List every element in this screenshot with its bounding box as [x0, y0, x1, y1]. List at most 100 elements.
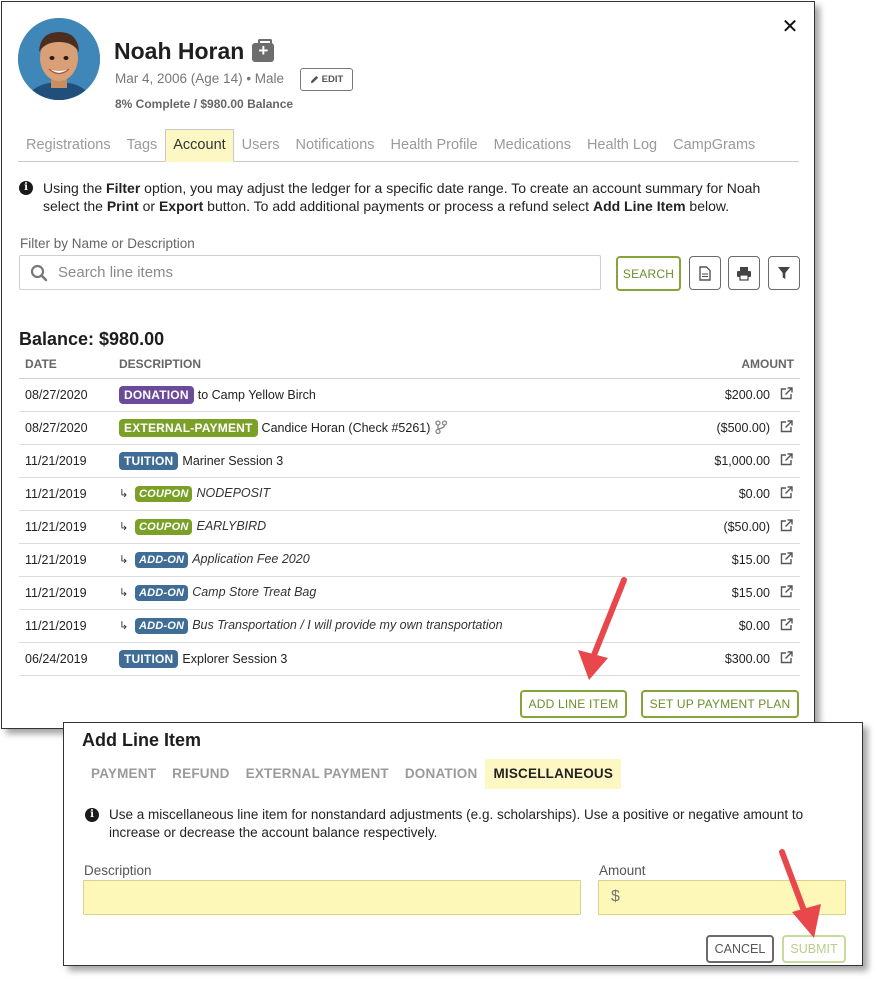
open-external-icon[interactable]	[776, 411, 800, 445]
row-amount: ($50.00)	[686, 510, 776, 544]
info-icon: i	[85, 808, 99, 822]
account-dialog: ✕ Noah Horan Mar 4, 2006 (Age 14) • Male…	[1, 1, 815, 729]
column-amount: AMOUNT	[686, 350, 800, 379]
avatar	[18, 18, 100, 100]
document-icon	[699, 265, 711, 281]
row-description-text: Mariner Session 3	[182, 453, 284, 468]
row-amount: $15.00	[686, 576, 776, 610]
table-row: 11/21/2019 ↳ ADD-ON Camp Store Treat Bag $15…	[19, 576, 800, 610]
export-button[interactable]	[689, 256, 721, 290]
pencil-icon	[310, 75, 318, 84]
filter-icon	[778, 267, 790, 279]
row-description-text: Candice Horan (Check #5261)	[261, 420, 431, 435]
row-date: 06/24/2019	[19, 642, 113, 676]
type-badge: ADD-ON	[135, 617, 189, 634]
table-row: 11/21/2019 TUITION Mariner Session 3 $1,000…	[19, 444, 800, 478]
table-row: 11/21/2019 ↳ ADD-ON Bus Transportation / I …	[19, 609, 800, 643]
camper-name-text: Noah Horan	[114, 38, 245, 64]
type-badge: ADD-ON	[135, 584, 189, 601]
row-description-text: Application Fee 2020	[192, 551, 310, 566]
submit-button[interactable]: SUBMIT	[782, 935, 846, 963]
row-date: 11/21/2019	[19, 576, 113, 610]
open-external-icon[interactable]	[776, 378, 800, 412]
row-date: 11/21/2019	[19, 543, 113, 577]
add-line-item-button[interactable]: ADD LINE ITEM	[520, 690, 627, 718]
row-description-text: NODEPOSIT	[196, 485, 271, 500]
amount-field[interactable]: $	[598, 880, 846, 915]
tab-notifications[interactable]: Notifications	[288, 137, 383, 161]
tab-registrations[interactable]: Registrations	[18, 137, 119, 161]
tab-health-log[interactable]: Health Log	[579, 137, 665, 161]
sub-item-arrow-icon: ↳	[119, 520, 129, 533]
table-row: 08/27/2020 DONATION to Camp Yellow Birch $2…	[19, 378, 800, 412]
row-description: ↳ ADD-ON Bus Transportation / I will provi…	[113, 609, 686, 643]
misc-info-text: Use a miscellaneous line item for nonsta…	[109, 807, 804, 840]
row-description-text: Explorer Session 3	[182, 651, 288, 666]
type-badge: ADD-ON	[135, 551, 189, 568]
row-amount: $300.00	[686, 642, 776, 676]
type-badge: DONATION	[119, 385, 194, 404]
search-input[interactable]	[56, 263, 576, 282]
open-external-icon[interactable]	[776, 543, 800, 577]
tab-donation[interactable]: DONATION	[397, 759, 486, 789]
row-date: 11/21/2019	[19, 510, 113, 544]
medical-kit-icon	[252, 39, 275, 62]
row-description-text: Bus Transportation / I will provide my o…	[192, 617, 503, 632]
camper-dob: Mar 4, 2006 (Age 14) • Male	[115, 71, 285, 86]
tab-external-payment[interactable]: EXTERNAL PAYMENT	[238, 759, 397, 789]
tab-payment[interactable]: PAYMENT	[83, 759, 164, 789]
add-line-item-dialog: Add Line Item PAYMENT REFUND EXTERNAL PA…	[63, 722, 863, 966]
balance-title: Balance: $980.00	[19, 329, 165, 349]
line-item-type-tabs: PAYMENT REFUND EXTERNAL PAYMENT DONATION…	[83, 759, 622, 789]
sub-item-arrow-icon: ↳	[119, 586, 129, 599]
table-row: 08/27/2020 EXTERNAL-PAYMENT Candice Horan …	[19, 411, 800, 445]
tab-account[interactable]: Account	[165, 129, 234, 162]
tab-campgrams[interactable]: CampGrams	[665, 137, 763, 161]
filter-label: Filter by Name or Description	[20, 236, 195, 251]
cancel-button[interactable]: CANCEL	[706, 935, 774, 963]
row-date: 11/21/2019	[19, 609, 113, 643]
type-badge: TUITION	[119, 451, 179, 470]
open-external-icon[interactable]	[776, 444, 800, 478]
open-external-icon[interactable]	[776, 477, 800, 511]
type-badge: TUITION	[119, 649, 179, 668]
amount-label: Amount	[599, 863, 646, 878]
table-row: 11/21/2019 ↳ COUPON EARLYBIRD ($50.00)	[19, 510, 800, 544]
row-amount: $15.00	[686, 543, 776, 577]
tab-refund[interactable]: REFUND	[164, 759, 237, 789]
table-row: 06/24/2019 TUITION Explorer Session 3 $300.…	[19, 642, 800, 676]
edit-button[interactable]: EDIT	[300, 68, 353, 91]
split-payment-icon[interactable]	[435, 419, 448, 434]
close-icon[interactable]: ✕	[780, 16, 800, 38]
ledger-header-row: DATE DESCRIPTION AMOUNT	[19, 350, 800, 379]
tab-tags[interactable]: Tags	[119, 137, 166, 161]
open-external-icon[interactable]	[776, 576, 800, 610]
sub-item-arrow-icon: ↳	[119, 619, 129, 632]
tab-users[interactable]: Users	[234, 137, 288, 161]
open-external-icon[interactable]	[776, 510, 800, 544]
tab-medications[interactable]: Medications	[486, 137, 579, 161]
ledger-body: 08/27/2020 DONATION to Camp Yellow Birch $2…	[19, 378, 800, 676]
search-button[interactable]: SEARCH	[616, 256, 681, 291]
type-badge: COUPON	[135, 485, 193, 502]
profile-tabs: Registrations Tags Account Users Notific…	[18, 129, 799, 162]
description-field[interactable]	[83, 880, 581, 915]
tab-health-profile[interactable]: Health Profile	[383, 137, 486, 161]
set-up-payment-plan-button[interactable]: SET UP PAYMENT PLAN	[641, 690, 799, 718]
column-description: DESCRIPTION	[113, 350, 686, 379]
table-row: 11/21/2019 ↳ ADD-ON Application Fee 2020 $15…	[19, 543, 800, 577]
search-field[interactable]	[19, 255, 601, 290]
row-date: 08/27/2020	[19, 378, 113, 412]
row-amount: $0.00	[686, 609, 776, 643]
open-external-icon[interactable]	[776, 609, 800, 643]
info-icon: i	[19, 181, 33, 195]
filter-button[interactable]	[768, 256, 800, 290]
print-button[interactable]	[728, 256, 760, 290]
add-line-item-title: Add Line Item	[82, 730, 202, 750]
row-description: ↳ COUPON EARLYBIRD	[113, 510, 686, 544]
account-info-text: Using the Filter option, you may adjust …	[43, 180, 761, 214]
row-description-text: Camp Store Treat Bag	[192, 584, 317, 599]
tab-miscellaneous[interactable]: MISCELLANEOUS	[485, 759, 622, 789]
edit-button-label: EDIT	[321, 74, 344, 85]
open-external-icon[interactable]	[776, 642, 800, 676]
